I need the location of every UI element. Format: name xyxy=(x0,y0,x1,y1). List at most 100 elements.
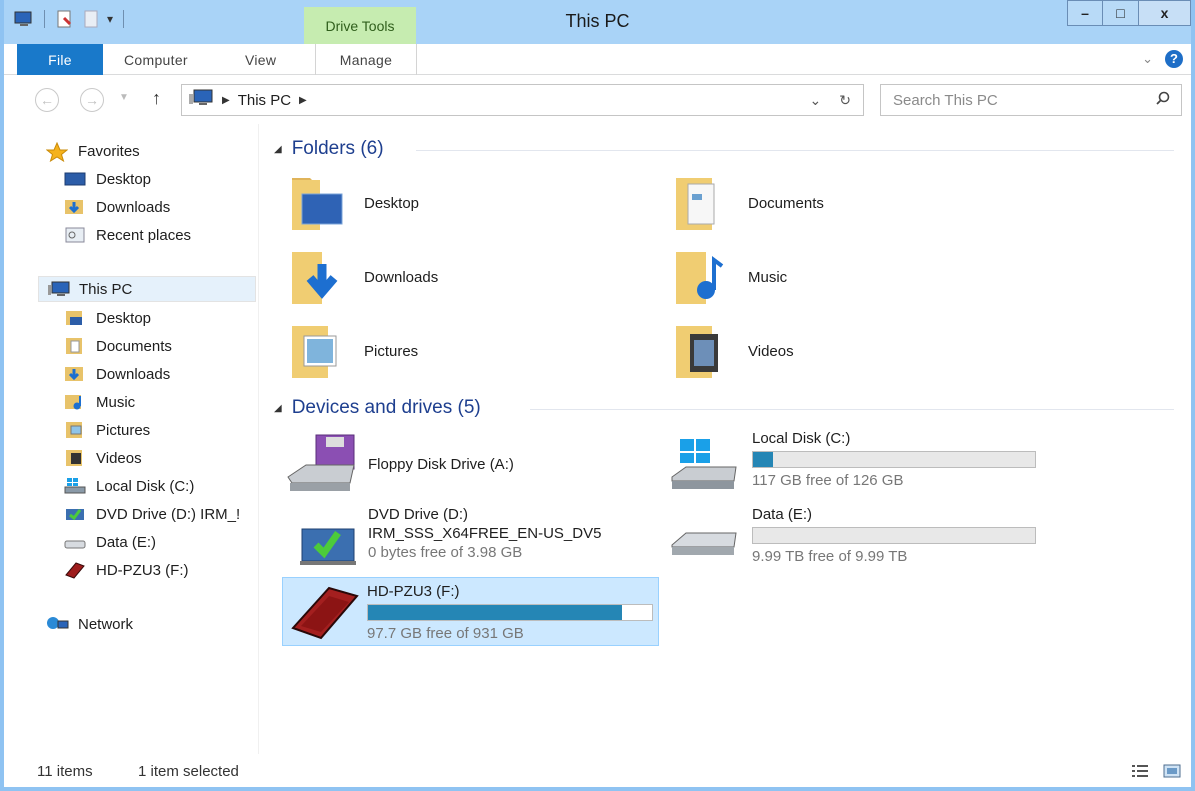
drive-name: HD-PZU3 (F:) xyxy=(367,583,460,600)
large-icons-view-icon[interactable] xyxy=(1163,764,1181,782)
recent-locations-icon[interactable]: ▼ xyxy=(119,92,129,103)
sidebar-item-documents[interactable]: Documents xyxy=(64,333,172,359)
folder-label: Documents xyxy=(748,194,824,212)
folder-label: Pictures xyxy=(364,342,419,360)
drive-tile-dvd-d[interactable]: DVD Drive (D:) IRM_SSS_X64FREE_EN-US_DV5… xyxy=(286,505,656,575)
sidebar-item-recent-places[interactable]: Recent places xyxy=(64,222,191,248)
dvd-drive-icon xyxy=(292,511,358,571)
search-input[interactable]: Search This PC xyxy=(880,84,1182,116)
tab-computer[interactable]: Computer xyxy=(124,44,188,75)
tab-view[interactable]: View xyxy=(245,44,276,75)
drive-name: Floppy Disk Drive (A:) xyxy=(368,455,514,473)
selection-count: 1 item selected xyxy=(138,763,239,780)
window-controls: – □ x xyxy=(1067,0,1191,26)
collapse-triangle-icon[interactable]: ◢ xyxy=(274,144,282,155)
computer-icon xyxy=(47,280,70,298)
drive-tile-floppy-a[interactable]: Floppy Disk Drive (A:) xyxy=(286,429,656,499)
folder-tile-downloads[interactable]: Downloads xyxy=(288,246,438,308)
windows-drive-icon xyxy=(670,437,742,497)
up-button[interactable]: ↑ xyxy=(152,88,161,109)
refresh-icon[interactable]: ↻ xyxy=(839,92,851,109)
documents-folder-icon xyxy=(672,172,730,234)
windows-drive-icon xyxy=(64,477,86,495)
breadcrumb-this-pc[interactable]: This PC xyxy=(238,92,291,109)
address-bar[interactable]: ▶ This PC ▶ ⌄ ↻ xyxy=(181,84,864,116)
videos-folder-icon xyxy=(672,320,730,382)
minimize-button[interactable]: – xyxy=(1067,0,1103,26)
drive-name: Data (E:) xyxy=(752,506,813,523)
external-drive-icon xyxy=(64,561,86,579)
window-title: This PC xyxy=(565,11,630,31)
ribbon-right-controls: ⌄ ? xyxy=(1142,50,1183,68)
drive-name: DVD Drive (D:) xyxy=(368,506,468,523)
sidebar-item-label: Music xyxy=(96,393,136,411)
item-count: 11 items xyxy=(37,763,93,780)
capacity-fill xyxy=(753,452,774,467)
folder-tile-music[interactable]: Music xyxy=(672,246,787,308)
sidebar-item-label: Downloads xyxy=(96,198,171,216)
search-icon[interactable] xyxy=(1155,91,1171,111)
drive-free-space: 0 bytes free of 3.98 GB xyxy=(368,544,523,561)
drive-tile-data-e[interactable]: Data (E:) 9.99 TB free of 9.99 TB xyxy=(670,505,1050,575)
sidebar-item-downloads[interactable]: Downloads xyxy=(64,361,170,387)
drive-info: DVD Drive (D:) IRM_SSS_X64FREE_EN-US_DV5… xyxy=(368,505,601,562)
network-icon xyxy=(46,615,69,633)
forward-button[interactable]: → xyxy=(80,88,104,112)
pictures-folder-icon xyxy=(64,421,86,439)
sidebar-item-label: HD-PZU3 (F:) xyxy=(96,561,189,579)
ribbon-tabs: File Computer View Manage ⌄ ? xyxy=(4,44,1191,75)
sidebar-item-videos[interactable]: Videos xyxy=(64,445,142,471)
breadcrumb-arrow-icon[interactable]: ▶ xyxy=(222,95,230,106)
desktop-folder-icon xyxy=(288,172,346,234)
drive-tile-local-disk-c[interactable]: Local Disk (C:) 117 GB free of 126 GB xyxy=(670,429,1050,499)
sidebar-item-music[interactable]: Music xyxy=(64,389,135,415)
back-button[interactable]: ← xyxy=(35,88,59,112)
devices-group-header[interactable]: ◢ Devices and drives (5) xyxy=(274,397,1174,419)
sidebar-item-this-pc[interactable]: This PC xyxy=(38,276,256,302)
sidebar-item-label: Desktop xyxy=(96,309,152,327)
sidebar-item-favorites-downloads[interactable]: Downloads xyxy=(64,194,170,220)
drive-info: Data (E:) 9.99 TB free of 9.99 TB xyxy=(752,505,1036,566)
folder-tile-videos[interactable]: Videos xyxy=(672,320,794,382)
details-view-icon[interactable] xyxy=(1131,764,1149,782)
star-icon xyxy=(45,141,69,163)
search-placeholder: Search This PC xyxy=(893,91,998,109)
breadcrumb-arrow-icon[interactable]: ▶ xyxy=(299,95,307,106)
close-button[interactable]: x xyxy=(1139,0,1191,26)
address-dropdown-chevron-icon[interactable]: ⌄ xyxy=(810,92,822,109)
view-toggle-group xyxy=(1131,764,1181,782)
capacity-bar xyxy=(752,527,1036,544)
sidebar-item-pictures[interactable]: Pictures xyxy=(64,417,150,443)
tab-file[interactable]: File xyxy=(17,44,103,75)
sidebar-item-desktop[interactable]: Desktop xyxy=(64,305,151,331)
maximize-button[interactable]: □ xyxy=(1103,0,1139,26)
sidebar-item-favorites[interactable]: Favorites xyxy=(45,138,140,164)
sidebar-item-data-e[interactable]: Data (E:) xyxy=(64,529,156,555)
sidebar-item-network[interactable]: Network xyxy=(46,611,133,637)
pictures-folder-icon xyxy=(288,320,346,382)
sidebar-item-favorites-desktop[interactable]: Desktop xyxy=(64,166,151,192)
floppy-drive-icon xyxy=(286,433,358,495)
drive-volume-label: IRM_SSS_X64FREE_EN-US_DV5 xyxy=(368,525,602,542)
drive-info: HD-PZU3 (F:) 97.7 GB free of 931 GB xyxy=(367,582,653,643)
sidebar-item-label: This PC xyxy=(79,280,133,298)
drive-tile-hd-pzu3-f[interactable]: HD-PZU3 (F:) 97.7 GB free of 931 GB xyxy=(282,577,659,646)
sidebar-item-label: Desktop xyxy=(96,170,152,188)
help-icon[interactable]: ? xyxy=(1165,50,1183,68)
folder-tile-documents[interactable]: Documents xyxy=(672,172,824,234)
dvd-drive-icon xyxy=(64,505,86,523)
sidebar-item-hd-pzu3-f[interactable]: HD-PZU3 (F:) xyxy=(64,557,189,583)
expand-ribbon-chevron-icon[interactable]: ⌄ xyxy=(1142,51,1153,67)
tab-manage[interactable]: Manage xyxy=(315,44,417,75)
sidebar-item-label: Downloads xyxy=(96,365,171,383)
folder-tile-pictures[interactable]: Pictures xyxy=(288,320,418,382)
sidebar-item-label: Documents xyxy=(96,337,172,355)
folder-tile-desktop[interactable]: Desktop xyxy=(288,172,419,234)
folders-group-header[interactable]: ◢ Folders (6) xyxy=(274,138,1174,160)
sidebar-item-dvd-drive-d[interactable]: DVD Drive (D:) IRM_! xyxy=(64,501,258,527)
collapse-triangle-icon[interactable]: ◢ xyxy=(274,403,282,414)
sidebar-item-local-disk-c[interactable]: Local Disk (C:) xyxy=(64,473,194,499)
folder-label: Desktop xyxy=(364,194,420,212)
sidebar-item-label: Videos xyxy=(96,449,142,467)
navigation-pane: Favorites Desktop Downloads Recent place… xyxy=(4,124,259,754)
